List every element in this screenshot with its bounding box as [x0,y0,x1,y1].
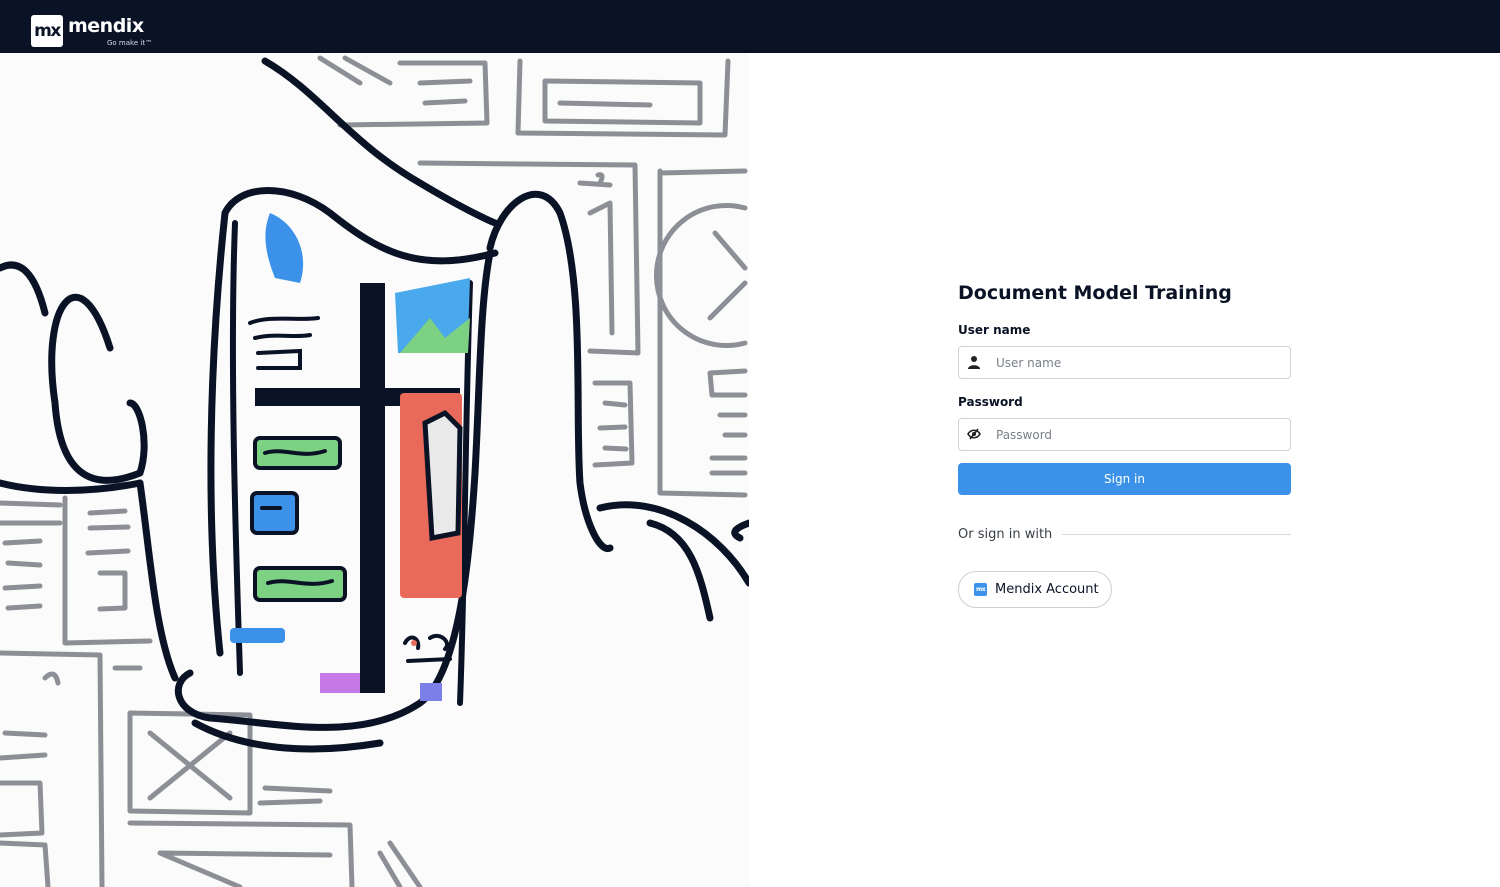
page-title: Document Model Training [958,282,1232,304]
top-bar: mx mendix Go make it™ [0,0,1500,53]
user-icon [968,356,980,369]
divider-line [1062,533,1291,535]
password-label: Password [958,395,1023,409]
logo-mark-text: mx [34,21,61,41]
logo-wordmark: mendix [68,15,144,37]
mendix-logo-mark: mx [31,15,63,47]
logo-tagline: Go make it™ [107,39,153,47]
username-field[interactable] [958,346,1291,379]
password-input[interactable] [996,419,1281,450]
or-sign-in-divider: Or sign in with [958,525,1291,543]
sign-in-button[interactable]: Sign in [958,463,1291,495]
eye-slash-icon[interactable] [967,427,981,441]
or-sign-in-text: Or sign in with [958,526,1053,542]
password-field[interactable] [958,418,1291,451]
mendix-logo-icon: mx [974,583,987,596]
mendix-account-label: Mendix Account [995,582,1099,597]
mendix-account-button[interactable]: mx Mendix Account [958,571,1112,608]
username-input[interactable] [996,347,1281,378]
username-label: User name [958,323,1031,337]
hero-illustration [0,53,749,887]
